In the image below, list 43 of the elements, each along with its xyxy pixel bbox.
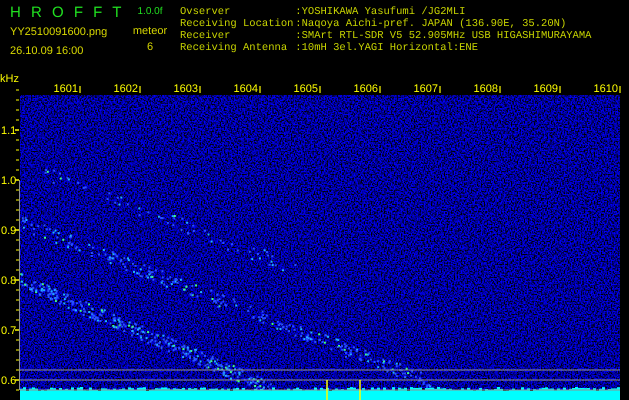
tick-mark <box>559 86 561 93</box>
x-axis-label: 1605 <box>294 83 318 95</box>
tick-mark <box>619 86 621 93</box>
x-axis-label: 1601 <box>54 83 78 95</box>
meteor-label: meteor <box>132 24 168 38</box>
marker-line <box>359 380 361 400</box>
meteor-count: 6 <box>146 40 154 54</box>
x-axis-label: 1606 <box>354 83 378 95</box>
x-axis-label: 1607 <box>414 83 438 95</box>
file-name: YY2510091600.png <box>10 25 108 39</box>
info-value: :10mH 3el.YAGI Horizontal:ENE <box>295 42 478 54</box>
info-value: :YOSHIKAWA Yasufumi /JG2MLI <box>295 6 466 18</box>
tick-mark <box>379 86 381 93</box>
info-value: :Naqoya Aichi-pref. JAPAN (136.90E, 35.20N) <box>295 18 566 30</box>
axis-unit: kHz <box>0 73 19 85</box>
x-axis-label: 1604 <box>234 83 258 95</box>
info-label: Receiving Location <box>180 18 294 30</box>
y-axis-label: 1.1 <box>1 125 16 137</box>
tick-mark <box>259 86 261 93</box>
x-axis-label: 1609 <box>534 83 558 95</box>
x-axis-label: 1610 <box>594 83 618 95</box>
version-label: 1.0.0f <box>137 5 163 19</box>
tick-mark <box>499 86 501 93</box>
x-axis-label: 1602 <box>114 83 138 95</box>
y-axis-label: 1.0 <box>1 175 16 187</box>
tick-mark <box>79 86 81 93</box>
marker-line <box>326 380 328 400</box>
y-axis-label: 0.9 <box>1 225 16 237</box>
app-logo: H R O F F T <box>10 4 122 22</box>
info-label: Receiver <box>180 30 232 42</box>
info-label: Receiving Antenna <box>180 42 288 54</box>
y-axis-label: 0.6 <box>1 375 16 387</box>
info-value: :SMArt RTL-SDR V5 52.905MHz USB HIGASHIMURAYAMA <box>295 30 592 42</box>
tick-mark <box>139 86 141 93</box>
x-axis-label: 1603 <box>174 83 198 95</box>
tick-mark <box>199 86 201 93</box>
y-axis-label: 0.7 <box>1 325 16 337</box>
y-axis-label: 0.8 <box>1 275 16 287</box>
tick-mark <box>319 86 321 93</box>
date-time: 26.10.09 16:00 <box>10 44 84 58</box>
tick-mark <box>439 86 441 93</box>
info-label: Ovserver <box>180 6 232 18</box>
x-axis-label: 1608 <box>474 83 498 95</box>
